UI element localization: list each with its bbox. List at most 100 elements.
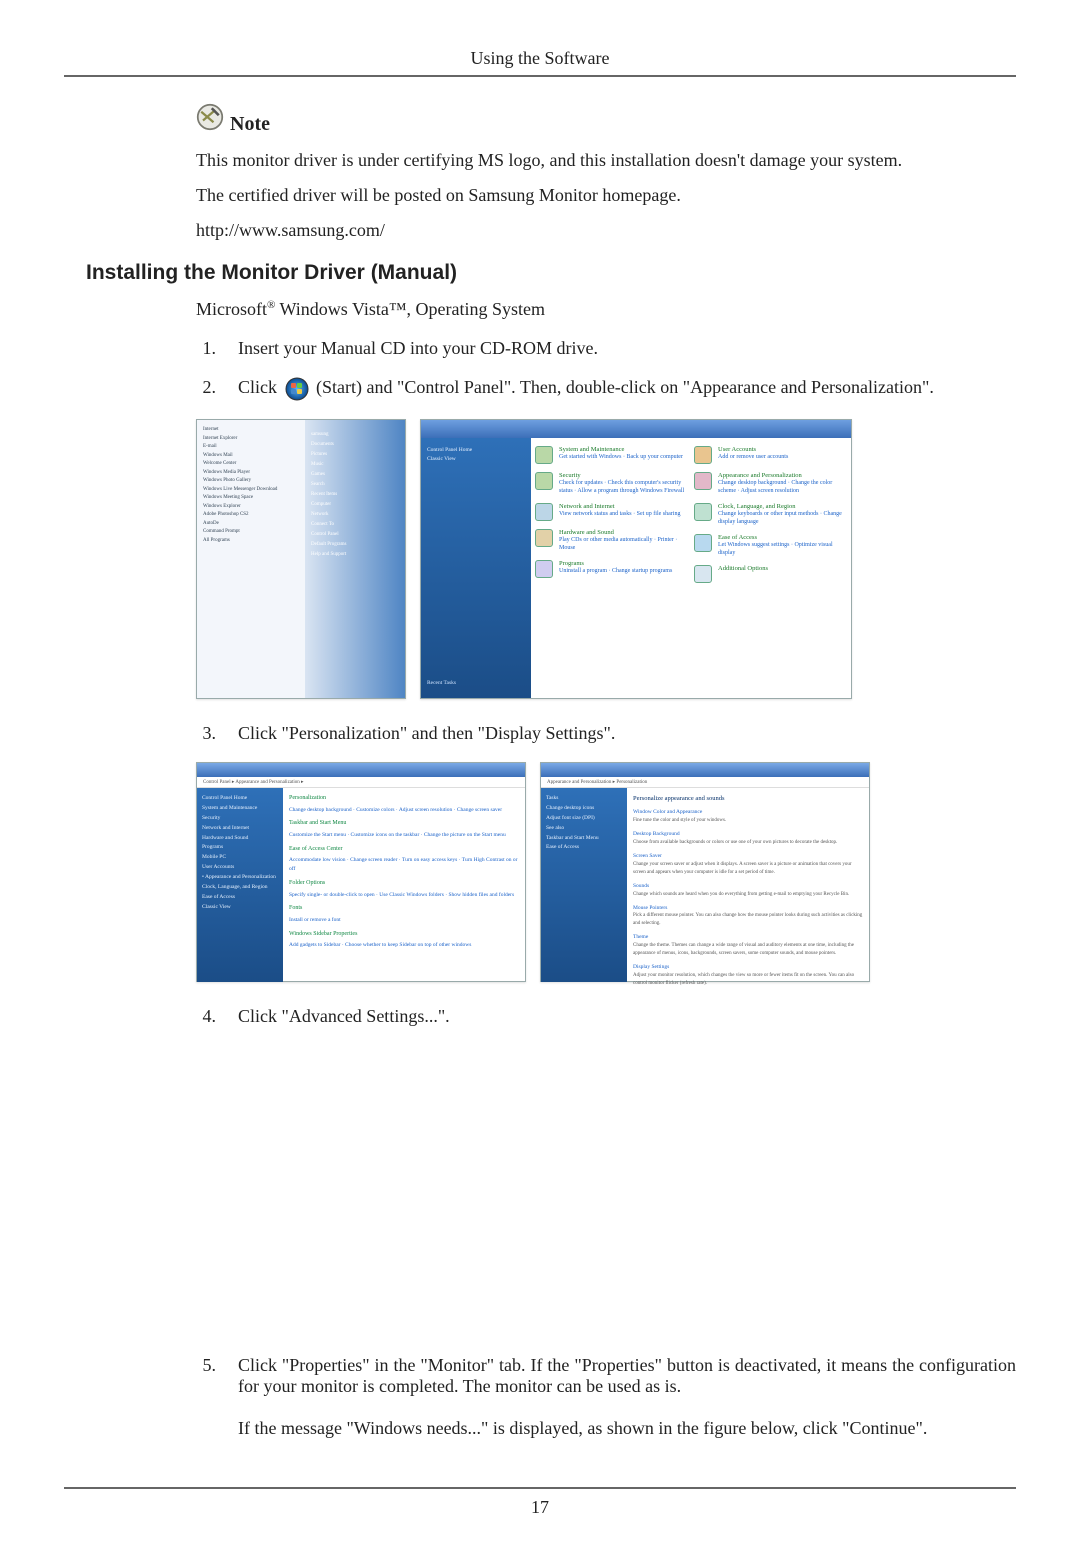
step-number: 5. xyxy=(196,1355,216,1376)
sidebar-item: See also xyxy=(546,824,622,834)
start-menu-item: Windows Photo Gallery xyxy=(203,477,301,486)
personalization-item: Screen SaverChange your screen saver or … xyxy=(633,852,863,877)
ap-item-title: Folder Options xyxy=(289,879,519,889)
start-menu-item: Windows Media Player xyxy=(203,469,301,478)
ap-item-links: Customize the Start menu · Customize ico… xyxy=(289,831,519,840)
sidebar-item: System and Maintenance xyxy=(202,804,278,814)
intro-paragraph-1: This monitor driver is under certifying … xyxy=(196,150,1008,171)
personalization-item-desc: Change your screen saver or adjust when … xyxy=(633,861,863,877)
control-panel-item: Additional Options xyxy=(694,565,847,583)
start-menu-right-item: Music xyxy=(311,460,401,470)
step-text: Click "Personalization" and then "Displa… xyxy=(238,723,1016,744)
ap-item: FontsInstall or remove a font xyxy=(289,904,519,924)
personalization-item-title: Mouse Pointers xyxy=(633,904,863,913)
steps-list-cont-5: 5. Click "Properties" in the "Monitor" t… xyxy=(64,1355,1016,1439)
personalization-item: SoundsChange which sounds are heard when… xyxy=(633,882,863,899)
cp-side-classic: Classic View xyxy=(427,455,525,464)
sidebar-item: Programs xyxy=(202,843,278,853)
start-menu-right-item: Games xyxy=(311,470,401,480)
category-links: Check for updates · Check this computer'… xyxy=(559,480,688,495)
sidebar-item: • Appearance and Personalization xyxy=(202,873,278,883)
step-5-extra: If the message "Windows needs..." is dis… xyxy=(238,1418,927,1438)
steps-list-cont-3: 3. Click "Personalization" and then "Dis… xyxy=(64,723,1016,744)
os-text-after: Windows Vista™, Operating System xyxy=(275,299,545,319)
start-menu-right-item: Connect To xyxy=(311,520,401,530)
category-links: Let Windows suggest settings · Optimize … xyxy=(718,542,847,557)
category-title: Ease of Access xyxy=(718,534,847,542)
cp-side-recent: Recent Tasks xyxy=(427,679,525,688)
start-menu-item: Welcome Center xyxy=(203,460,301,469)
start-menu-item: Windows Explorer xyxy=(203,503,301,512)
ap-item-title: Personalization xyxy=(289,794,519,804)
control-panel-item: Appearance and PersonalizationChange des… xyxy=(694,472,847,495)
step-2-pre: Click xyxy=(238,377,282,397)
start-menu-item: Adobe Photoshop CS2 xyxy=(203,511,301,520)
start-menu-item: Internet Explorer xyxy=(203,435,301,444)
personalization-item-desc: Change the theme. Themes can change a wi… xyxy=(633,942,863,958)
ap-item-links: Add gadgets to Sidebar · Choose whether … xyxy=(289,941,519,950)
sidebar-item: Change desktop icons xyxy=(546,804,622,814)
category-icon xyxy=(535,529,553,547)
start-menu-right-item: Network xyxy=(311,510,401,520)
ap-item-links: Change desktop background · Customize co… xyxy=(289,806,519,815)
step-number: 2. xyxy=(196,377,216,398)
intro-url: http://www.samsung.com/ xyxy=(196,220,1008,241)
ap-item: Windows Sidebar PropertiesAdd gadgets to… xyxy=(289,930,519,950)
category-icon xyxy=(694,565,712,583)
step-text: Click (Start) and "Control Panel". Then,… xyxy=(238,377,1016,401)
category-icon xyxy=(535,503,553,521)
start-menu-item: Internet xyxy=(203,426,301,435)
personalization-item-title: Theme xyxy=(633,933,863,942)
section-heading: Installing the Monitor Driver (Manual) xyxy=(64,261,1016,285)
personalization-item-title: Desktop Background xyxy=(633,830,863,839)
category-links: Change desktop background · Change the c… xyxy=(718,480,847,495)
category-icon xyxy=(535,472,553,490)
category-links: Play CDs or other media automatically · … xyxy=(559,537,688,552)
sidebar-item: Network and Internet xyxy=(202,824,278,834)
category-icon xyxy=(694,446,712,464)
category-title: Appearance and Personalization xyxy=(718,472,847,480)
personalization-item-title: Sounds xyxy=(633,882,863,891)
start-menu-item: Windows Meeting Space xyxy=(203,494,301,503)
step-text: Click "Advanced Settings...". xyxy=(238,1006,1016,1027)
sidebar-item: Mobile PC xyxy=(202,853,278,863)
sidebar-item: Taskbar and Start Menu xyxy=(546,834,622,844)
category-title: Additional Options xyxy=(718,565,768,573)
sidebar-item: User Accounts xyxy=(202,863,278,873)
sidebar-item: Clock, Language, and Region xyxy=(202,883,278,893)
screenshot-control-panel: Control Panel Home Classic View Recent T… xyxy=(420,419,852,699)
os-line: Microsoft® Windows Vista™, Operating Sys… xyxy=(64,299,1016,320)
sidebar-item: Security xyxy=(202,814,278,824)
category-title: Clock, Language, and Region xyxy=(718,503,847,511)
step-number: 3. xyxy=(196,723,216,744)
cp-side-home: Control Panel Home xyxy=(427,446,525,455)
ap-item-links: Specify single- or double-click to open … xyxy=(289,891,519,900)
personalization-item: Mouse PointersPick a different mouse poi… xyxy=(633,904,863,929)
personalization-item-title: Window Color and Appearance xyxy=(633,808,863,817)
start-menu-item: E-mail xyxy=(203,443,301,452)
steps-list: 1. Insert your Manual CD into your CD-RO… xyxy=(64,338,1016,401)
start-menu-item: All Programs xyxy=(203,537,301,546)
control-panel-item: System and MaintenanceGet started with W… xyxy=(535,446,688,464)
start-menu-right-item: Help and Support xyxy=(311,550,401,560)
personalization-item-desc: Fine tune the color and style of your wi… xyxy=(633,817,863,825)
step-2: 2. Click (Start) and "Control Panel". Th… xyxy=(196,377,1016,401)
sidebar-item: Adjust font size (DPI) xyxy=(546,814,622,824)
category-title: User Accounts xyxy=(718,446,788,454)
step-text: Insert your Manual CD into your CD-ROM d… xyxy=(238,338,1016,359)
figure-row-step-3: Control Panel ▸ Appearance and Personali… xyxy=(64,762,1016,982)
category-links: Get started with Windows · Back up your … xyxy=(559,454,683,462)
category-links: Change keyboards or other input methods … xyxy=(718,511,847,526)
header-rule xyxy=(64,75,1016,77)
category-icon xyxy=(694,503,712,521)
step-5-main: Click "Properties" in the "Monitor" tab.… xyxy=(238,1355,1016,1396)
personalization-item-desc: Pick a different mouse pointer. You can … xyxy=(633,912,863,928)
start-menu-item: Windows Live Messenger Download xyxy=(203,486,301,495)
ap-item-title: Fonts xyxy=(289,904,519,914)
step-number: 4. xyxy=(196,1006,216,1027)
start-menu-right-item: Search xyxy=(311,480,401,490)
note-label: Note xyxy=(230,113,270,136)
page-number: 17 xyxy=(64,1487,1016,1518)
start-menu-right-item: Documents xyxy=(311,440,401,450)
category-title: Security xyxy=(559,472,688,480)
